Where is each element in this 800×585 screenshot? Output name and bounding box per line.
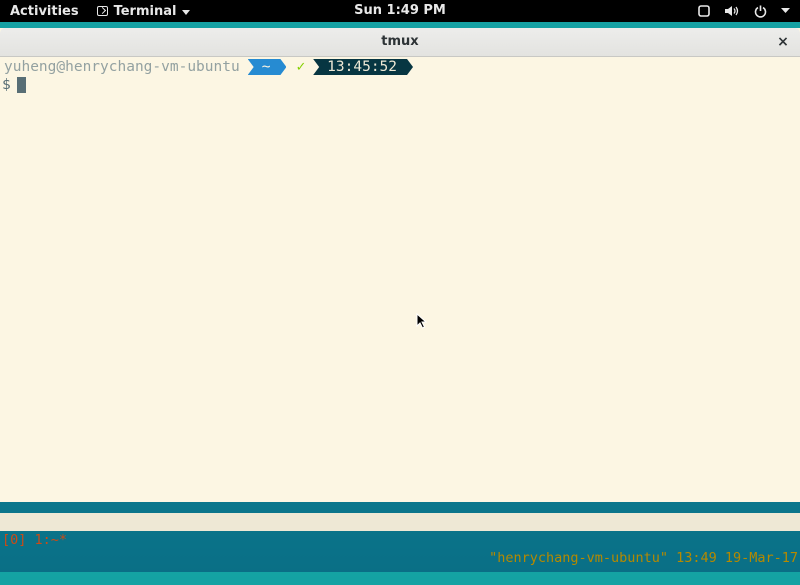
caret-down-icon [182,9,191,15]
prompt-path: ~ [248,59,287,75]
volume-icon [725,6,739,16]
app-menu-button[interactable]: Terminal [96,3,191,19]
prompt-user-host: yuheng@henrychang-vm-ubuntu [4,59,240,75]
activities-button[interactable]: Activities [10,4,79,19]
terminal-window[interactable]: tmux × yuheng@henrychang-vm-ubuntu ~ ✓ 1… [0,28,800,566]
app-menu-label: Terminal [113,3,177,19]
window-icon [698,5,710,17]
terminal-content[interactable]: yuheng@henrychang-vm-ubuntu ~ ✓ 13:45:52… [0,57,800,566]
mouse-pointer-icon [416,313,428,329]
power-icon [754,5,767,18]
chevron-down-icon [781,8,790,13]
desktop-background [0,502,800,572]
close-button[interactable]: × [774,33,792,51]
top-bar: Activities Terminal Sun 1:49 PM [0,0,800,22]
window-title: tmux [381,34,419,49]
terminal-icon [96,6,108,16]
input-prompt: $ [2,77,11,93]
input-line[interactable]: $ [2,76,26,94]
window-titlebar[interactable]: tmux × [0,28,800,57]
prompt-status-check-icon: ✓ [296,59,306,75]
prompt-line: yuheng@henrychang-vm-ubuntu ~ ✓ 13:45:52 [0,58,413,76]
prompt-time: 13:45:52 [313,59,413,75]
system-menu[interactable] [698,0,790,22]
terminal-cursor [16,77,26,93]
